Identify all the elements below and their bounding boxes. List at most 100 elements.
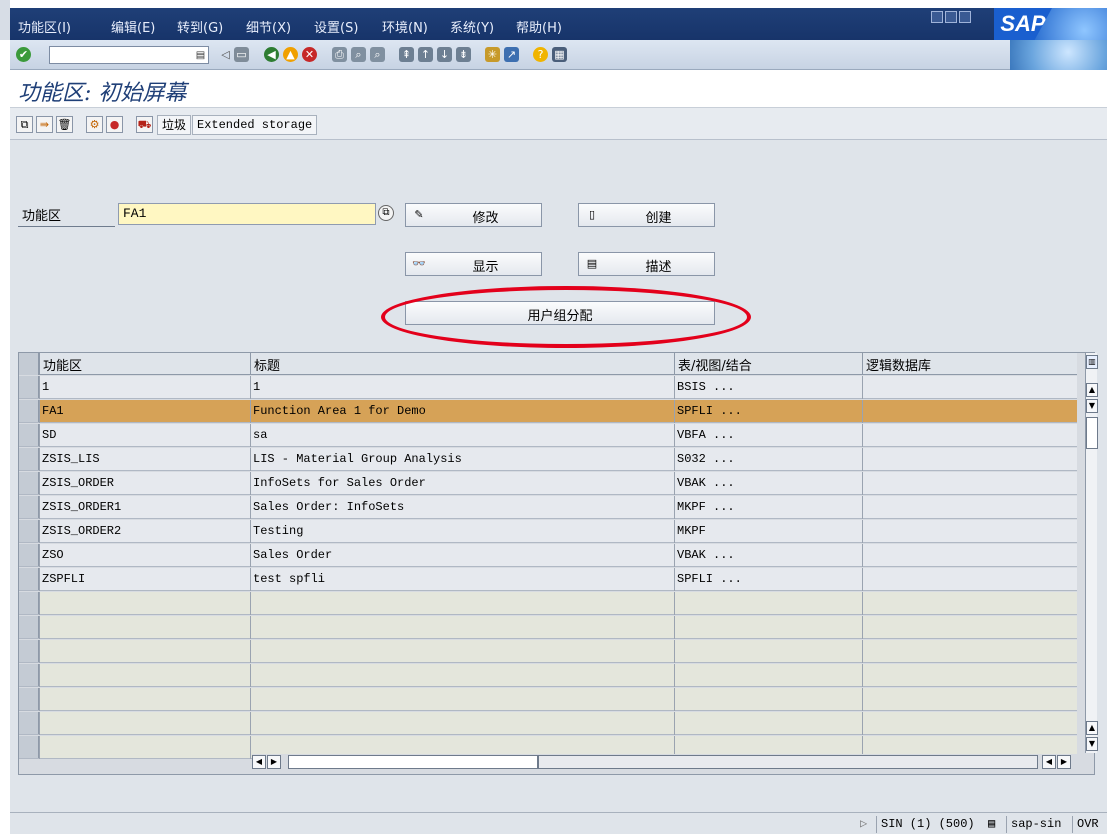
page-up-icon[interactable]: ▲ xyxy=(1086,721,1098,735)
scroll-right-end-icon[interactable]: ▶ xyxy=(1057,755,1071,769)
find-next-icon[interactable]: ⌕ xyxy=(370,47,385,62)
next-page-icon[interactable]: ↓ xyxy=(437,47,452,62)
menu-edit[interactable]: 编辑(E) xyxy=(111,17,155,36)
minimize-icon[interactable] xyxy=(931,11,943,23)
table-cell[interactable] xyxy=(862,376,1077,399)
table-cell[interactable]: MKPF ... xyxy=(674,496,862,519)
scroll-down-icon[interactable]: ▼ xyxy=(1086,399,1098,413)
table-cell[interactable]: ZSIS_ORDER xyxy=(39,472,250,495)
last-page-icon[interactable]: ⇟ xyxy=(456,47,471,62)
vertical-scrollbar[interactable]: ▥ ▲ ▼ ▲ ▼ xyxy=(1085,353,1098,753)
back-icon[interactable]: ◀ xyxy=(264,47,279,62)
table-cell[interactable] xyxy=(674,640,862,663)
table-cell[interactable] xyxy=(39,712,250,735)
table-cell[interactable] xyxy=(39,736,250,759)
table-cell[interactable]: VBFA ... xyxy=(674,424,862,447)
row-selector[interactable] xyxy=(19,616,39,638)
collapse-icon[interactable]: ◁ xyxy=(218,47,233,62)
table-cell[interactable] xyxy=(39,640,250,663)
input-mode[interactable]: OVR xyxy=(1072,816,1103,833)
table-cell[interactable]: Sales Order xyxy=(250,544,674,567)
table-cell[interactable] xyxy=(250,640,674,663)
table-cell[interactable]: InfoSets for Sales Order xyxy=(250,472,674,495)
table-cell[interactable]: ZSPFLI xyxy=(39,568,250,591)
table-cell[interactable]: S032 ... xyxy=(674,448,862,471)
column-header-title[interactable]: 标题 xyxy=(250,353,674,375)
row-selector[interactable] xyxy=(19,544,39,566)
table-cell[interactable] xyxy=(862,472,1077,495)
row-selector[interactable] xyxy=(19,592,39,614)
previous-page-icon[interactable]: ↑ xyxy=(418,47,433,62)
table-cell[interactable] xyxy=(862,568,1077,591)
table-row[interactable]: ZSIS_ORDER InfoSets for Sales Order VBAK .… xyxy=(19,472,1077,495)
table-cell[interactable] xyxy=(862,688,1077,711)
table-cell[interactable] xyxy=(250,688,674,711)
table-cell[interactable]: sa xyxy=(250,424,674,447)
command-history-icon[interactable]: ▤ xyxy=(193,48,208,63)
table-cell[interactable]: MKPF xyxy=(674,520,862,543)
table-cell[interactable] xyxy=(39,592,250,615)
create-session-icon[interactable]: ✳ xyxy=(485,47,500,62)
horizontal-scroll-thumb[interactable] xyxy=(288,755,538,769)
table-cell[interactable]: Function Area 1 for Demo xyxy=(250,400,674,423)
row-selector[interactable] xyxy=(19,736,39,758)
save-icon[interactable]: ▭ xyxy=(234,47,249,62)
table-row[interactable]: ZSIS_ORDER1 Sales Order: InfoSets MKPF ... xyxy=(19,496,1077,519)
table-cell[interactable] xyxy=(862,712,1077,735)
function-area-input[interactable]: FA1 xyxy=(118,203,376,225)
row-selector[interactable] xyxy=(19,448,39,470)
cancel-icon[interactable]: ✕ xyxy=(302,47,317,62)
table-row[interactable] xyxy=(19,712,1077,735)
help-icon[interactable]: ? xyxy=(533,47,548,62)
table-cell[interactable]: VBAK ... xyxy=(674,472,862,495)
menu-settings[interactable]: 设置(S) xyxy=(314,17,358,36)
table-row[interactable]: 1 1 BSIS ... xyxy=(19,376,1077,399)
copy-icon[interactable]: ⧉ xyxy=(16,116,33,133)
close-icon[interactable] xyxy=(959,11,971,23)
table-cell[interactable]: test spfli xyxy=(250,568,674,591)
page-down-icon[interactable]: ▼ xyxy=(1086,737,1098,751)
table-cell[interactable]: VBAK ... xyxy=(674,544,862,567)
table-cell[interactable]: 1 xyxy=(39,376,250,399)
table-cell[interactable] xyxy=(862,664,1077,687)
table-cell[interactable]: ZSIS_LIS xyxy=(39,448,250,471)
scroll-thumb[interactable] xyxy=(1086,417,1098,449)
table-cell[interactable] xyxy=(862,400,1077,423)
find-icon[interactable]: ⌕ xyxy=(351,47,366,62)
change-button[interactable]: ✎ 修改 xyxy=(405,203,542,227)
table-cell[interactable] xyxy=(862,544,1077,567)
table-cell[interactable]: FA1 xyxy=(39,400,250,423)
table-cell[interactable]: Sales Order: InfoSets xyxy=(250,496,674,519)
table-cell[interactable] xyxy=(674,592,862,615)
table-cell[interactable] xyxy=(674,664,862,687)
table-cell[interactable]: Testing xyxy=(250,520,674,543)
table-row[interactable]: FA1 Function Area 1 for Demo SPFLI ... xyxy=(19,400,1077,423)
value-help-icon[interactable]: ⧉ xyxy=(378,205,394,221)
horizontal-scroll-track[interactable] xyxy=(538,755,1038,769)
table-row[interactable] xyxy=(19,616,1077,639)
row-selector[interactable] xyxy=(19,520,39,542)
menu-function-area[interactable]: 功能区(I) xyxy=(18,17,71,36)
row-selector[interactable] xyxy=(19,568,39,590)
transport-truck-icon[interactable]: ⛟ xyxy=(136,116,153,133)
row-selector[interactable] xyxy=(19,376,39,398)
create-button[interactable]: ▯ 创建 xyxy=(578,203,715,227)
table-cell[interactable]: SPFLI ... xyxy=(674,568,862,591)
delete-icon[interactable]: 🗑 xyxy=(56,116,73,133)
check-icon[interactable]: ● xyxy=(106,116,123,133)
row-selector[interactable] xyxy=(19,472,39,494)
table-cell[interactable] xyxy=(862,424,1077,447)
table-cell[interactable] xyxy=(250,712,674,735)
table-cell[interactable]: 1 xyxy=(250,376,674,399)
table-cell[interactable] xyxy=(674,616,862,639)
table-cell[interactable] xyxy=(250,592,674,615)
table-cell[interactable]: BSIS ... xyxy=(674,376,862,399)
table-cell[interactable] xyxy=(39,616,250,639)
table-cell[interactable] xyxy=(674,688,862,711)
exit-icon[interactable]: ▲ xyxy=(283,47,298,62)
table-row[interactable]: ZSIS_ORDER2 Testing MKPF xyxy=(19,520,1077,543)
table-row[interactable] xyxy=(19,640,1077,663)
first-page-icon[interactable]: ⇞ xyxy=(399,47,414,62)
table-cell[interactable]: LIS - Material Group Analysis xyxy=(250,448,674,471)
menu-help[interactable]: 帮助(H) xyxy=(516,17,562,36)
